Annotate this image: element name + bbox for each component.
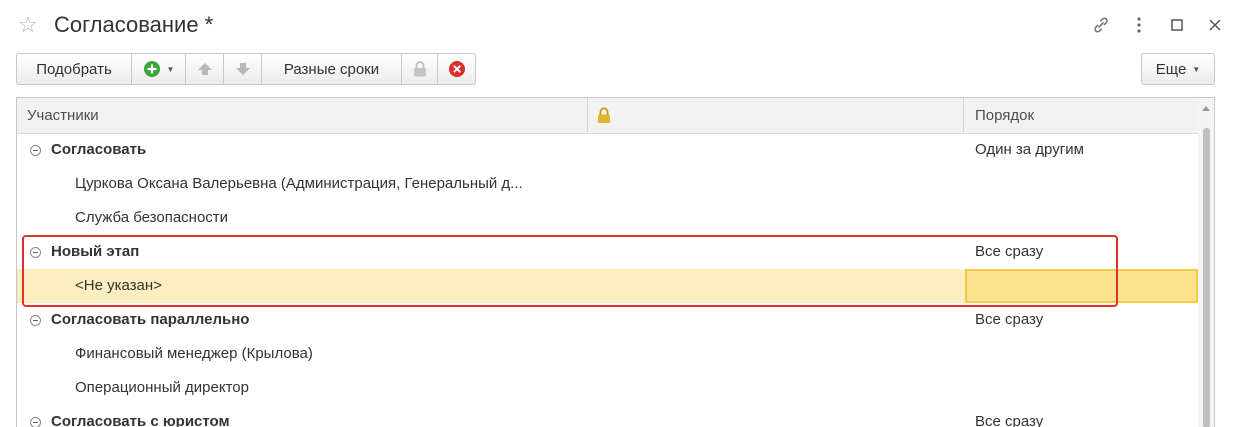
row-order: Все сразу: [975, 243, 1044, 260]
row-name: Служба безопасности: [75, 209, 229, 226]
table-row[interactable]: Цуркова Оксана Валерьевна (Администрация…: [17, 167, 1198, 201]
add-icon: [143, 61, 160, 77]
vertical-scrollbar[interactable]: [1198, 98, 1214, 427]
table-row[interactable]: Финансовый менеджер (Крылова): [17, 337, 1198, 371]
chevron-down-icon: ▼: [166, 64, 175, 74]
table-row[interactable]: Служба безопасности: [17, 201, 1198, 235]
table-row-group[interactable]: Согласовать с юристом Все сразу: [17, 405, 1198, 427]
different-terms-button[interactable]: Разные сроки: [262, 53, 402, 85]
lock-icon: [413, 61, 426, 77]
row-order: Все сразу: [975, 311, 1044, 328]
table-row-group[interactable]: Согласовать параллельно Все сразу: [17, 303, 1198, 337]
table-row-group[interactable]: Согласовать Один за другим: [17, 133, 1198, 167]
more-button-label: Еще: [1155, 60, 1187, 78]
table-row[interactable]: Операционный директор: [17, 371, 1198, 405]
scrollbar-thumb[interactable]: [1203, 128, 1210, 427]
move-down-button[interactable]: [224, 53, 262, 85]
link-icon[interactable]: [1090, 14, 1112, 36]
scroll-up-icon[interactable]: [1202, 106, 1210, 111]
row-name: Цуркова Оксана Валерьевна (Администрация…: [75, 175, 523, 192]
column-divider[interactable]: [587, 98, 588, 133]
pick-button[interactable]: Подобрать: [16, 53, 132, 85]
arrow-down-icon: [235, 63, 250, 75]
lock-button[interactable]: [402, 53, 438, 85]
table-row-selected[interactable]: <Не указан>: [17, 269, 1198, 303]
row-name: Финансовый менеджер (Крылова): [75, 345, 313, 362]
toolbar: Подобрать ▼ Разные сроки: [16, 53, 476, 85]
row-name: Согласовать с юристом: [51, 413, 230, 427]
favorite-star-icon[interactable]: ☆: [18, 12, 38, 38]
row-name: Новый этап: [51, 243, 140, 260]
column-participants[interactable]: Участники: [27, 98, 99, 133]
close-icon[interactable]: [1204, 14, 1226, 36]
collapse-icon[interactable]: [30, 247, 41, 258]
table-row-group[interactable]: Новый этап Все сразу: [17, 235, 1198, 269]
add-button[interactable]: ▼: [132, 53, 186, 85]
participants-table: Участники Порядок Согласовать Один за др…: [16, 97, 1215, 427]
row-name: Операционный директор: [75, 379, 249, 396]
column-order[interactable]: Порядок: [975, 98, 1034, 133]
move-up-button[interactable]: [186, 53, 224, 85]
delete-button[interactable]: [438, 53, 476, 85]
table-header: Участники Порядок: [17, 98, 1198, 134]
order-input[interactable]: [965, 269, 1198, 303]
collapse-icon[interactable]: [30, 145, 41, 156]
collapse-icon[interactable]: [30, 315, 41, 326]
row-name: Согласовать: [51, 141, 147, 158]
more-button[interactable]: Еще ▼: [1141, 53, 1215, 85]
row-name: Согласовать параллельно: [51, 311, 250, 328]
row-order: Все сразу: [975, 413, 1044, 427]
delete-icon: [448, 61, 465, 77]
chevron-down-icon: ▼: [1192, 64, 1201, 74]
row-order: Один за другим: [975, 141, 1084, 158]
row-name: <Не указан>: [75, 277, 162, 294]
more-vertical-icon[interactable]: [1128, 14, 1150, 36]
column-divider[interactable]: [963, 98, 964, 133]
column-lock-icon[interactable]: [597, 107, 611, 125]
maximize-icon[interactable]: [1166, 14, 1188, 36]
collapse-icon[interactable]: [30, 417, 41, 427]
arrow-up-icon: [197, 63, 212, 75]
window-title: Согласование *: [54, 12, 214, 37]
